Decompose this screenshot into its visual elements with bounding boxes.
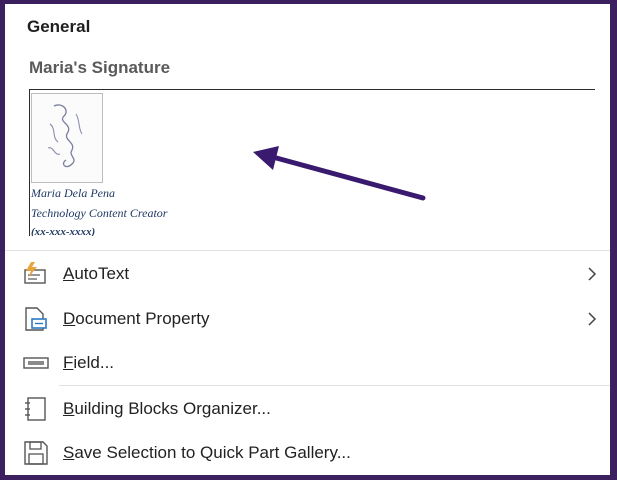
menu-item-field[interactable]: Field... xyxy=(5,343,610,383)
autotext-lightning-icon xyxy=(24,262,46,284)
menu-item-save-selection[interactable]: Save Selection to Quick Part Gallery... xyxy=(5,433,610,473)
menu-item-building-blocks-organizer[interactable]: Building Blocks Organizer... xyxy=(5,389,610,429)
menu-item-document-property[interactable]: Document Property xyxy=(5,299,610,339)
gallery-entry-title: Maria's Signature xyxy=(29,58,171,77)
annotation-arrow-icon xyxy=(253,146,426,201)
save-icon xyxy=(24,441,48,465)
gallery-divider xyxy=(5,250,610,251)
signature-phone-line: (xx-xxx-xxxx) xyxy=(31,226,96,236)
field-icon xyxy=(23,357,49,369)
menu-item-label: Save Selection to Quick Part Gallery... xyxy=(63,443,351,462)
document-property-icon xyxy=(25,307,47,331)
signature-title-line: Technology Content Creator xyxy=(31,206,168,220)
chevron-right-icon xyxy=(588,267,597,281)
quick-parts-dropdown: General Maria's Signature Maria Dela Pen… xyxy=(5,4,610,475)
building-blocks-icon xyxy=(25,397,46,421)
preview-border xyxy=(29,90,30,236)
signature-name-line: Maria Dela Pena xyxy=(31,186,115,200)
menu-item-autotext[interactable]: AutoText xyxy=(5,254,610,294)
handwritten-signature-image xyxy=(31,93,103,183)
menu-item-label: Document Property xyxy=(63,309,210,328)
chevron-right-icon xyxy=(588,312,597,326)
menu-item-label: Field... xyxy=(63,353,115,372)
menu-item-label: AutoText xyxy=(63,264,130,283)
menu-item-label: Building Blocks Organizer... xyxy=(63,399,271,418)
menu-divider xyxy=(59,385,610,386)
gallery-category-header: General xyxy=(27,17,91,36)
